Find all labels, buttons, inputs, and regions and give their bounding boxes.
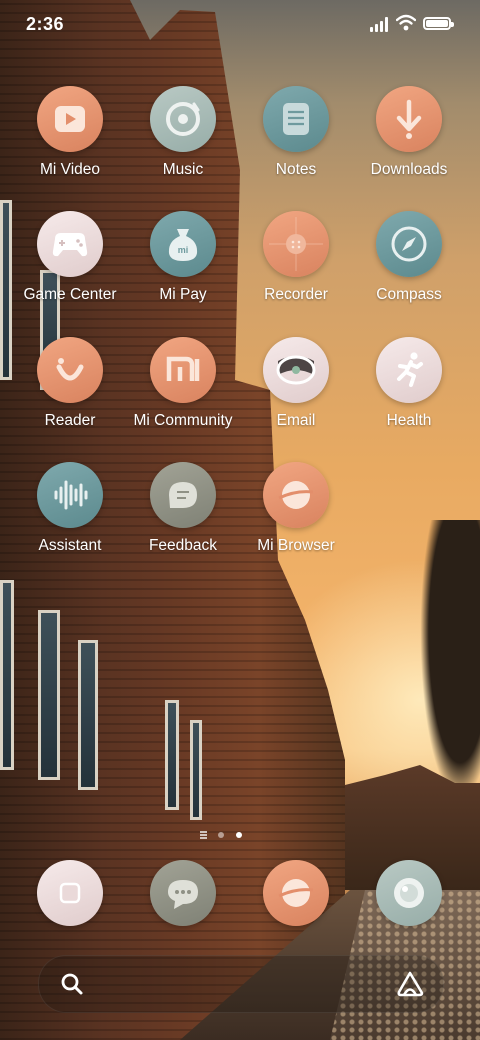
app-label: Recorder (264, 286, 328, 303)
app-recorder[interactable]: Recorder (236, 211, 356, 304)
app-mi-browser[interactable]: Mi Browser (236, 462, 356, 555)
notes-icon (263, 86, 329, 152)
status-time: 2:36 (26, 14, 65, 34)
wallpaper-trees (420, 520, 480, 800)
app-label: Notes (275, 161, 317, 178)
app-label: Downloads (370, 161, 448, 178)
app-label: Email (276, 412, 316, 429)
app-reader[interactable]: Reader (10, 337, 130, 430)
phone-square-icon (37, 860, 103, 926)
assistant-logo-icon[interactable] (395, 970, 425, 998)
dock-browser[interactable] (236, 860, 356, 926)
app-email[interactable]: Email (236, 337, 356, 430)
app-label: Game Center (23, 286, 117, 303)
play-icon (37, 86, 103, 152)
page-dot-active (236, 832, 242, 838)
gamepad-icon (37, 211, 103, 277)
search-input[interactable] (99, 968, 373, 1002)
running-person-icon (376, 337, 442, 403)
app-feedback[interactable]: Feedback (123, 462, 243, 555)
browser-planet-icon (263, 860, 329, 926)
app-label: Mi Browser (257, 537, 335, 554)
app-label: Reader (44, 412, 96, 429)
app-health[interactable]: Health (349, 337, 469, 430)
app-mi-pay[interactable]: mi Mi Pay (123, 211, 243, 304)
signal-icon (370, 16, 390, 32)
money-bag-icon: mi (150, 211, 216, 277)
smile-reader-icon (37, 337, 103, 403)
app-mi-community[interactable]: Mi Community (123, 337, 243, 430)
app-label: Feedback (148, 537, 218, 554)
planet-icon (263, 462, 329, 528)
wifi-icon (396, 14, 416, 31)
app-compass[interactable]: Compass (349, 211, 469, 304)
app-label: Music (162, 161, 204, 178)
camera-icon (376, 860, 442, 926)
page-dot (218, 832, 224, 838)
app-label: Mi Community (133, 412, 233, 429)
app-label: Assistant (38, 537, 102, 554)
status-bar: 2:36 (0, 0, 480, 50)
search-icon[interactable] (59, 971, 85, 997)
app-game-center[interactable]: Game Center (10, 211, 130, 304)
app-assistant[interactable]: Assistant (10, 462, 130, 555)
recorder-icon (263, 211, 329, 277)
compass-icon (376, 211, 442, 277)
mi-logo-icon (150, 337, 216, 403)
email-icon (263, 337, 329, 403)
app-list-icon (200, 831, 207, 839)
download-arrow-icon (376, 86, 442, 152)
search-bar[interactable] (38, 955, 444, 1013)
app-music[interactable]: Music (123, 86, 243, 179)
app-label: Mi Pay (159, 286, 207, 303)
chat-bubble-icon (150, 462, 216, 528)
app-notes[interactable]: Notes (236, 86, 356, 179)
app-label: Mi Video (39, 161, 101, 178)
voice-wave-icon (37, 462, 103, 528)
app-downloads[interactable]: Downloads (349, 86, 469, 179)
app-label: Compass (376, 286, 442, 303)
battery-icon (423, 17, 454, 30)
app-mi-video[interactable]: Mi Video (10, 86, 130, 179)
dock-phone[interactable] (10, 860, 130, 926)
svg-text:mi: mi (178, 245, 189, 255)
app-label: Health (386, 412, 432, 429)
messages-icon (150, 860, 216, 926)
dock-messages[interactable] (123, 860, 243, 926)
dock-camera[interactable] (349, 860, 469, 926)
page-indicator[interactable] (200, 830, 260, 840)
vinyl-icon (150, 86, 216, 152)
